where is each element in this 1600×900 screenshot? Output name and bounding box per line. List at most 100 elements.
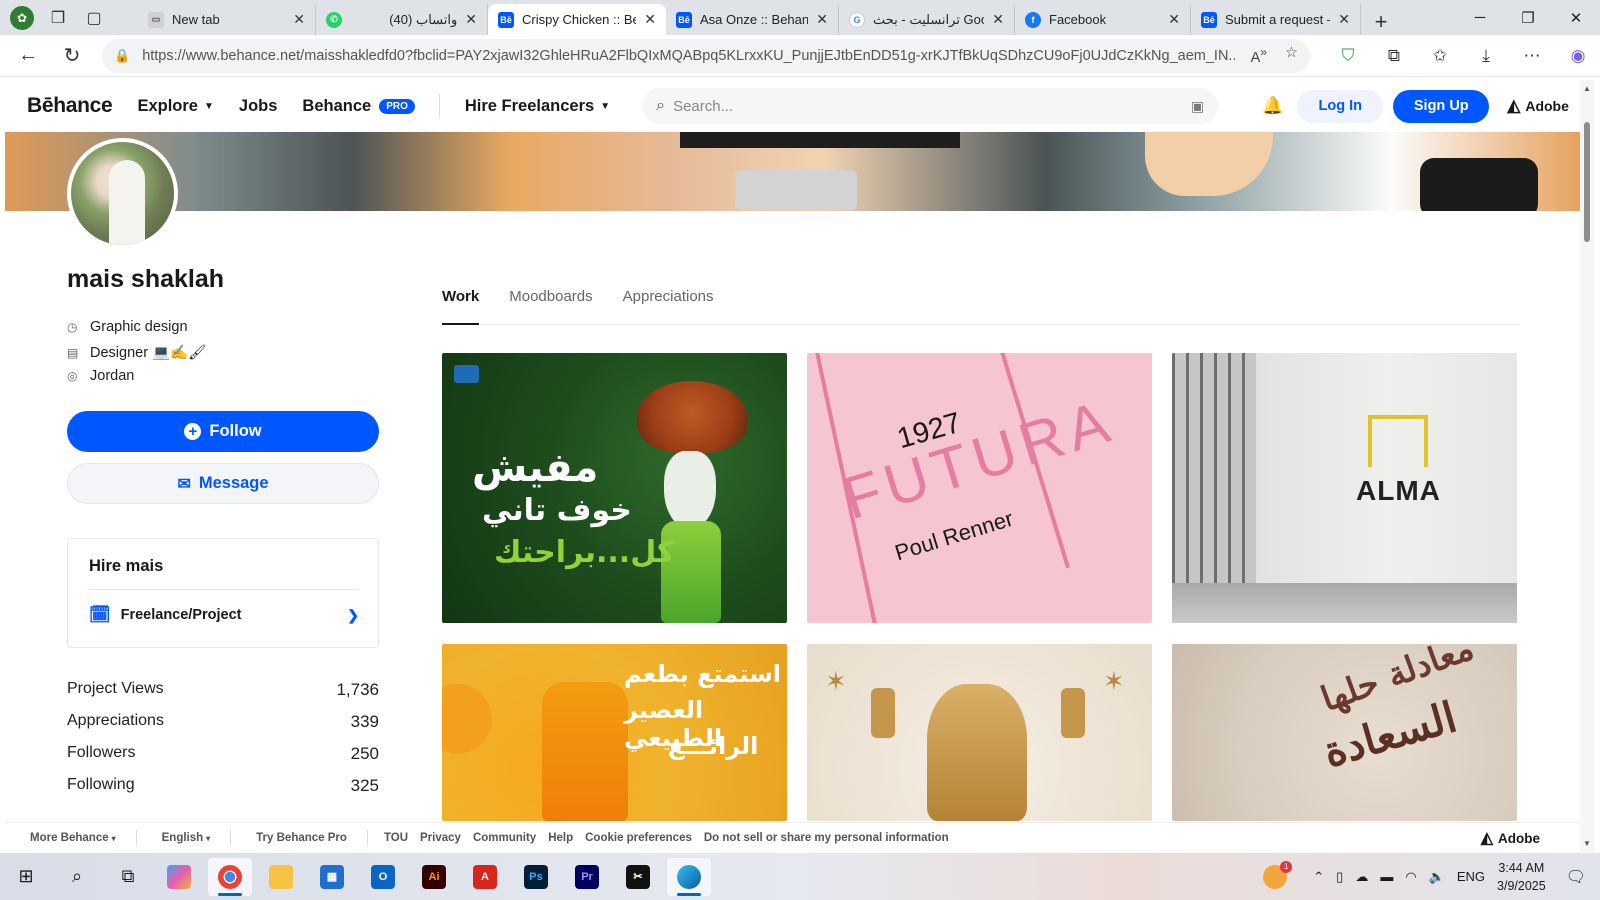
- page-scrollbar[interactable]: ▲ ▼: [1580, 80, 1594, 852]
- tab-submit-request[interactable]: Bē Submit a request – I ✕: [1191, 4, 1361, 35]
- project-card[interactable]: ALMA: [1172, 353, 1517, 623]
- stat-followers[interactable]: Followers 250: [67, 744, 379, 764]
- edge-icon[interactable]: [667, 857, 711, 896]
- image-search-icon[interactable]: ▣: [1191, 98, 1204, 115]
- footer-community[interactable]: Community: [473, 832, 536, 844]
- project-card[interactable]: 1927 FUTURA Poul Renner: [807, 353, 1152, 623]
- clock[interactable]: 3:44 AM 3/9/2025: [1497, 859, 1546, 895]
- extensions-icon[interactable]: ⧉: [1378, 46, 1410, 66]
- close-icon[interactable]: ✕: [1168, 11, 1180, 28]
- footer-adobe-link[interactable]: ◭ Adobe: [1481, 828, 1540, 848]
- workspaces-icon[interactable]: ❐: [46, 6, 70, 30]
- file-explorer-icon[interactable]: [259, 858, 303, 896]
- close-icon[interactable]: ✕: [992, 11, 1004, 28]
- close-icon[interactable]: ✕: [1338, 11, 1350, 28]
- download-icon[interactable]: ⤓: [1470, 46, 1502, 66]
- close-window-icon[interactable]: ✕: [1552, 9, 1600, 27]
- login-button[interactable]: Log In: [1297, 89, 1384, 123]
- notifications-icon[interactable]: 🗨: [1566, 867, 1586, 887]
- premiere-icon[interactable]: Pr: [565, 858, 609, 896]
- avatar[interactable]: [67, 138, 178, 249]
- close-icon[interactable]: ✕: [465, 11, 477, 28]
- project-card[interactable]: ✶ ✶: [807, 644, 1152, 821]
- nav-behance-pro[interactable]: Behance PRO: [302, 97, 415, 116]
- outlook-icon[interactable]: O: [361, 858, 405, 896]
- nav-jobs[interactable]: Jobs: [239, 97, 278, 116]
- store-icon[interactable]: ▦: [310, 858, 354, 896]
- illustrator-icon[interactable]: Ai: [412, 858, 456, 896]
- footer-do-not-sell[interactable]: Do not sell or share my personal informa…: [704, 832, 949, 844]
- volume-icon[interactable]: 🔈: [1429, 869, 1445, 885]
- briefcase-icon: ▤: [67, 345, 79, 360]
- profile-icon[interactable]: ✿: [10, 5, 34, 30]
- footer-language[interactable]: English ▾: [162, 832, 211, 844]
- nav-explore[interactable]: Explore ▼: [137, 97, 213, 116]
- weather-icon[interactable]: 1: [1263, 860, 1293, 889]
- photoshop-icon[interactable]: Ps: [514, 858, 558, 896]
- new-tab-button[interactable]: +: [1361, 9, 1401, 35]
- search-icon[interactable]: ⌕: [55, 858, 99, 896]
- refresh-icon[interactable]: ↻: [50, 43, 94, 68]
- footer-privacy[interactable]: Privacy: [420, 832, 461, 844]
- capcut-icon[interactable]: ✂: [616, 858, 660, 896]
- tab-work[interactable]: Work: [442, 288, 480, 325]
- footer-more-behance[interactable]: More Behance ▾: [30, 832, 116, 844]
- follow-button[interactable]: + Follow: [67, 411, 379, 452]
- copilot-icon[interactable]: ◉: [1562, 46, 1594, 66]
- banner-phone-shape: [1420, 158, 1538, 211]
- url-field[interactable]: 🔒 https://www.behance.net/maisshakledfd0…: [102, 38, 1310, 73]
- footer-cookie-preferences[interactable]: Cookie preferences: [585, 832, 692, 844]
- scroll-up-icon[interactable]: ▲: [1581, 84, 1593, 93]
- back-icon[interactable]: ←: [6, 44, 50, 67]
- message-button[interactable]: ✉ Message: [67, 463, 379, 504]
- tab-google-search[interactable]: G ترانسليت - بحث Google ✕: [839, 4, 1015, 35]
- onedrive-icon[interactable]: ☁: [1355, 869, 1368, 885]
- hire-freelance-option[interactable]: 🗓 Freelance/Project ❯: [89, 605, 359, 625]
- device-icon[interactable]: ▯: [1336, 869, 1343, 885]
- chrome-icon[interactable]: [208, 857, 252, 896]
- project-card[interactable]: استمتع بطعم العصير الطبيعي الرائـــع: [442, 644, 787, 821]
- favorites-icon[interactable]: ✩: [1424, 46, 1456, 66]
- close-icon[interactable]: ✕: [644, 11, 656, 28]
- task-view-icon[interactable]: ⧉: [106, 858, 150, 896]
- tab-new-tab[interactable]: ▭ New tab ✕: [138, 4, 316, 35]
- shield-icon[interactable]: ⛉: [1332, 46, 1364, 66]
- tab-asa-onze[interactable]: Bē Asa Onze :: Behance ✕: [666, 4, 839, 35]
- bell-icon[interactable]: 🔔: [1262, 96, 1283, 116]
- footer-tou[interactable]: TOU: [384, 832, 408, 844]
- minimize-icon[interactable]: ─: [1456, 9, 1504, 27]
- tab-moodboards[interactable]: Moodboards: [509, 288, 592, 325]
- nav-hire-freelancers[interactable]: Hire Freelancers ▼: [465, 97, 610, 116]
- close-icon[interactable]: ✕: [816, 11, 828, 28]
- project-card[interactable]: مفيش خوف تاني كل...براحتك: [442, 353, 787, 623]
- wifi-icon[interactable]: ◠: [1405, 869, 1416, 885]
- close-icon[interactable]: ✕: [293, 11, 305, 28]
- tab-facebook[interactable]: f Facebook ✕: [1015, 4, 1191, 35]
- copilot-icon[interactable]: [157, 858, 201, 896]
- acrobat-icon[interactable]: A: [463, 858, 507, 896]
- adobe-link[interactable]: ◭ Adobe: [1507, 96, 1569, 116]
- windows-start-icon[interactable]: ⊞: [4, 858, 48, 896]
- chevron-up-icon[interactable]: ⌃: [1313, 869, 1324, 885]
- scroll-down-icon[interactable]: ▼: [1581, 839, 1593, 848]
- search-input[interactable]: ⌕ Search... ▣: [642, 88, 1219, 124]
- behance-logo[interactable]: Bēhance: [27, 94, 113, 118]
- scroll-thumb[interactable]: [1584, 122, 1590, 242]
- tab-appreciations[interactable]: Appreciations: [623, 288, 714, 325]
- tab-crispy-chicken[interactable]: Bē Crispy Chicken :: Beh ✕: [488, 4, 666, 35]
- language-indicator[interactable]: ENG: [1457, 869, 1485, 884]
- footer-try-pro[interactable]: Try Behance Pro: [256, 832, 347, 844]
- restore-icon[interactable]: ❐: [1504, 9, 1552, 27]
- tab-whatsapp[interactable]: ✆ (40) واتساب ✕: [316, 4, 488, 35]
- stat-following[interactable]: Following 325: [67, 776, 379, 796]
- favorite-star-icon[interactable]: ☆: [1285, 45, 1298, 66]
- footer-help[interactable]: Help: [548, 832, 573, 844]
- tab-actions-icon[interactable]: ▢: [82, 6, 106, 30]
- lock-icon[interactable]: 🔒: [114, 48, 130, 64]
- read-aloud-icon[interactable]: A»: [1251, 45, 1267, 66]
- project-card[interactable]: معادلة حلها السعادة: [1172, 644, 1517, 821]
- floor-image: [1172, 583, 1517, 623]
- battery-icon[interactable]: ▬: [1380, 869, 1393, 884]
- more-menu-icon[interactable]: ⋯: [1516, 46, 1548, 66]
- signup-button[interactable]: Sign Up: [1393, 89, 1490, 123]
